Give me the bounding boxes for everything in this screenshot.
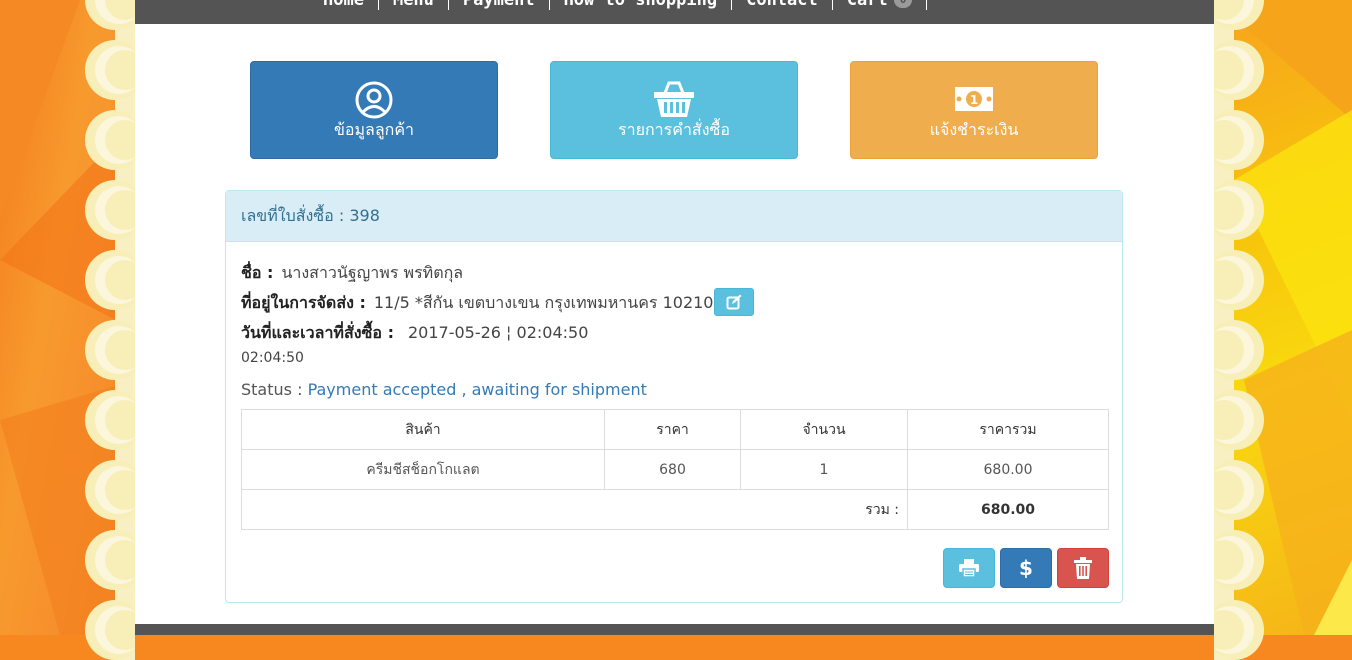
- nav-label: Cart: [846, 0, 888, 10]
- column-header-quantity: จำนวน: [740, 409, 908, 450]
- nav-label: Menu: [392, 0, 434, 10]
- cart-count-badge: 0: [893, 0, 913, 8]
- quantity-cell: 1: [740, 449, 908, 490]
- status-value: Payment accepted , awaiting for shipment: [307, 380, 647, 399]
- price-cell: 680: [604, 449, 741, 490]
- nav-label: How to shopping: [563, 0, 718, 10]
- column-header-product: สินค้า: [241, 409, 605, 450]
- customer-info-tile[interactable]: ข้อมูลลูกค้า: [250, 61, 498, 159]
- status-label: Status :: [241, 380, 303, 399]
- product-cell: ครีมชีสช็อกโกแลต: [241, 449, 605, 490]
- print-button[interactable]: [943, 548, 995, 588]
- table-header-row: สินค้า ราคา จำนวน ราคารวม: [241, 409, 1109, 450]
- sum-value: 680.00: [907, 489, 1109, 530]
- shipping-address-row: ที่อยู่ในการจัดส่ง : 11/5 *สีกัน เขตบางเข…: [241, 291, 713, 316]
- nav-label: Contact: [746, 0, 818, 10]
- name-value: นางสาวนัฐญาพร พรทิตกุล: [281, 263, 464, 282]
- delete-button[interactable]: [1057, 548, 1109, 588]
- svg-text:$: $: [1019, 558, 1033, 578]
- user-circle-icon: [355, 81, 393, 123]
- footer-bar: [135, 624, 1214, 635]
- order-items-table: สินค้า ราคา จำนวน ราคารวม ครีมชีสช็อกโกแ…: [241, 409, 1109, 530]
- total-cell: 680.00: [907, 449, 1109, 490]
- order-status-row: Status : Payment accepted , awaiting for…: [241, 380, 647, 399]
- print-icon: [959, 559, 979, 577]
- table-row: ครีมชีสช็อกโกแลต 680 1 680.00: [241, 449, 1109, 490]
- payment-notify-label: แจ้งชำระเงิน: [929, 120, 1019, 139]
- order-number-header: เลขที่ใบสั่งซื้อ : 398: [226, 191, 1122, 242]
- sum-label: รวม :: [241, 489, 908, 530]
- customer-name-row: ชื่อ : นางสาวนัฐญาพร พรทิตกุล: [241, 261, 463, 286]
- nav-label: Home: [323, 0, 364, 10]
- edit-icon: [726, 294, 742, 310]
- customer-info-label: ข้อมูลลูกค้า: [333, 120, 415, 139]
- column-header-price: ราคา: [604, 409, 741, 450]
- main-content: Home Menu Payment How to shopping Contac…: [135, 0, 1214, 635]
- money-icon: 1: [954, 81, 994, 119]
- top-navigation: Home Menu Payment How to shopping Contac…: [135, 0, 1214, 24]
- pay-button[interactable]: $: [1000, 548, 1052, 588]
- order-time-extra: 02:04:50: [241, 350, 304, 366]
- name-label: ชื่อ :: [241, 263, 274, 282]
- date-label: วันที่และเวลาที่สั่งซื้อ :: [241, 323, 394, 342]
- nav-item-menu[interactable]: Menu: [379, 0, 449, 10]
- order-panel: เลขที่ใบสั่งซื้อ : 398 ชื่อ : นางสาวนัฐญา…: [225, 190, 1123, 603]
- nav-item-home[interactable]: Home: [315, 0, 379, 10]
- scallop-border-right: [1214, 0, 1264, 660]
- order-list-label: รายการคำสั่งซื้อ: [618, 120, 730, 139]
- nav-item-cart[interactable]: Cart 0: [833, 0, 928, 10]
- order-list-tile[interactable]: รายการคำสั่งซื้อ: [550, 61, 798, 159]
- date-value: 2017-05-26 ¦ 02:04:50: [407, 323, 589, 342]
- svg-text:1: 1: [970, 93, 978, 107]
- nav-item-how-to-shopping[interactable]: How to shopping: [550, 0, 733, 10]
- scallop-border-left: [85, 0, 135, 660]
- address-value: 11/5 *สีกัน เขตบางเขน กรุงเทพมหานคร 1021…: [373, 293, 714, 312]
- column-header-total: ราคารวม: [907, 409, 1109, 450]
- nav-label: Payment: [462, 0, 535, 10]
- trash-icon: [1074, 557, 1092, 579]
- basket-icon: [653, 81, 695, 123]
- edit-address-button[interactable]: [714, 288, 754, 316]
- sum-row: รวม : 680.00: [241, 489, 1109, 530]
- dollar-icon: $: [1019, 558, 1033, 578]
- order-date-row: วันที่และเวลาที่สั่งซื้อ : 2017-05-26 ¦ 0…: [241, 321, 588, 346]
- address-label: ที่อยู่ในการจัดส่ง :: [241, 293, 366, 312]
- nav-item-contact[interactable]: Contact: [732, 0, 833, 10]
- payment-notify-tile[interactable]: 1 แจ้งชำระเงิน: [850, 61, 1098, 159]
- nav-item-payment[interactable]: Payment: [449, 0, 550, 10]
